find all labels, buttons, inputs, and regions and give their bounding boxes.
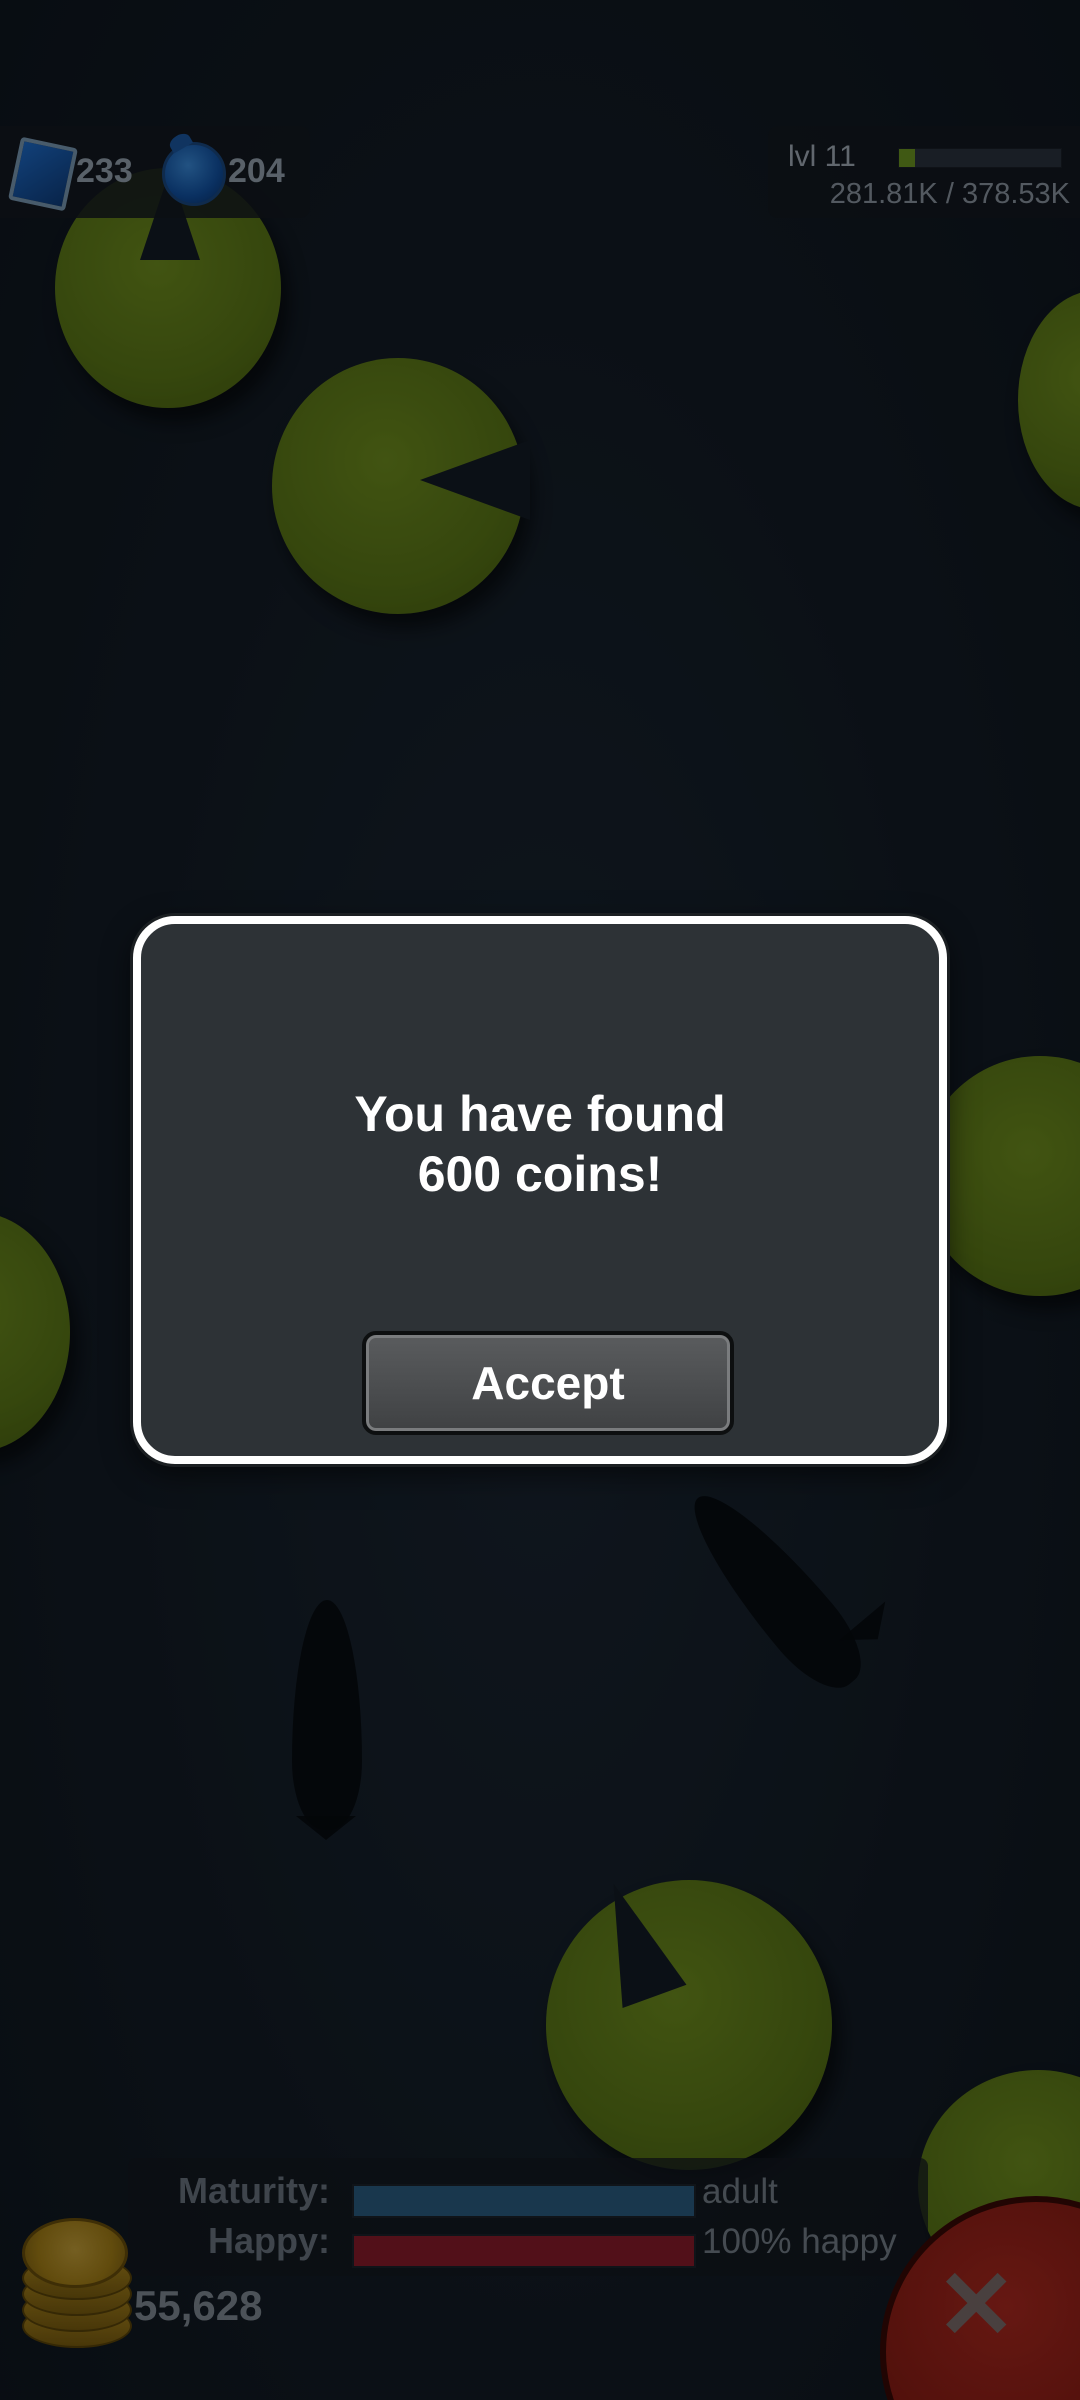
dialog-message: You have found 600 coins!	[141, 1084, 939, 1204]
accept-button[interactable]: Accept	[362, 1331, 734, 1435]
reward-dialog: You have found 600 coins! Accept	[133, 916, 947, 1464]
game-screen: 233 204 lvl 11 281.81K / 378.53K Maturit…	[0, 0, 1080, 2400]
dialog-message-line: 600 coins!	[417, 1146, 663, 1202]
dialog-message-line: You have found	[354, 1086, 726, 1142]
